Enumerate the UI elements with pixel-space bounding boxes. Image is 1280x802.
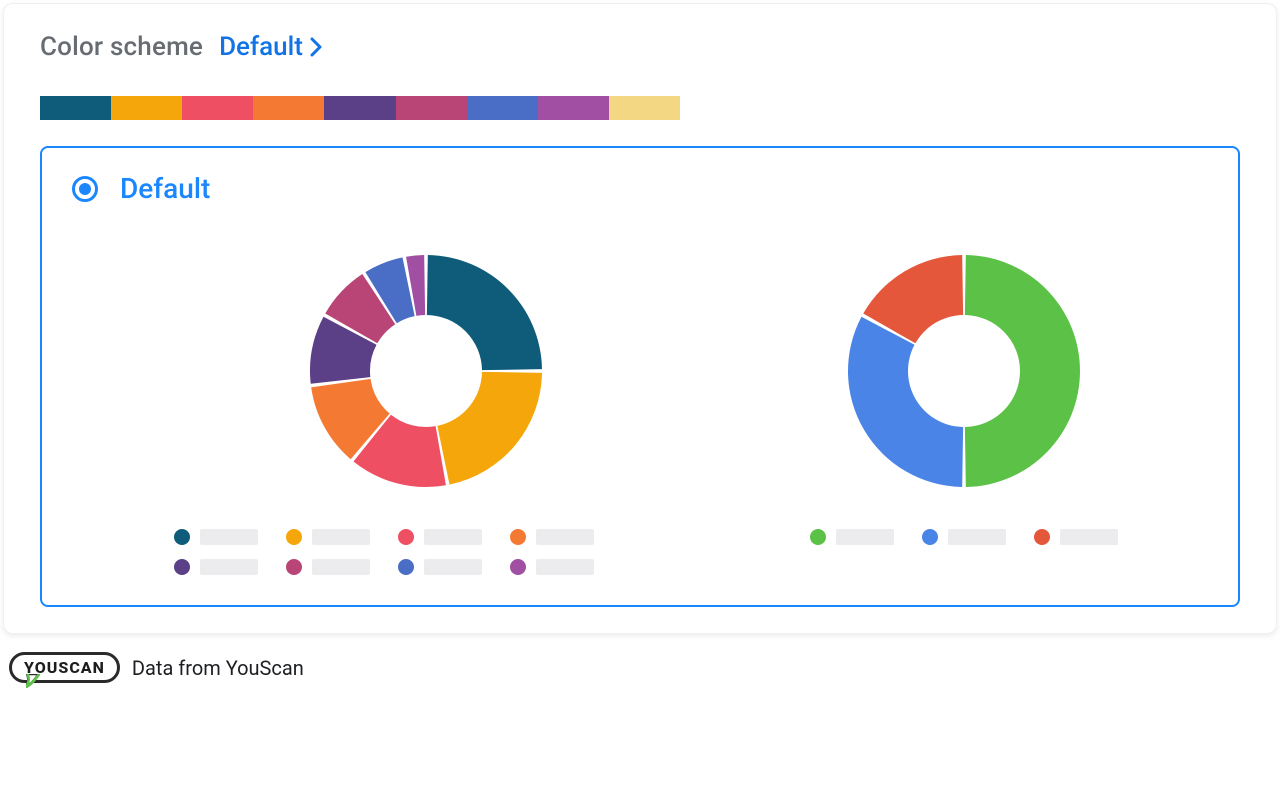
legend-label-placeholder — [200, 559, 258, 575]
legend-item — [398, 559, 482, 575]
legend-label-placeholder — [200, 529, 258, 545]
donut-segment — [427, 255, 542, 370]
donut-chart-sentiment — [739, 251, 1188, 575]
legend-item — [174, 529, 258, 545]
legend-item — [174, 559, 258, 575]
legend-dot-icon — [510, 559, 526, 575]
settings-card: Color scheme Default Default — [3, 3, 1277, 634]
palette-swatch — [609, 96, 680, 120]
legend-item — [286, 529, 370, 545]
footer-text: Data from YouScan — [132, 656, 304, 680]
scheme-option-header[interactable]: Default — [72, 172, 1208, 205]
palette-swatch — [253, 96, 324, 120]
palette-strip — [40, 96, 680, 120]
palette-swatch — [538, 96, 609, 120]
legend-dot-icon — [286, 529, 302, 545]
legend-item — [810, 529, 894, 545]
legend-label-placeholder — [948, 529, 1006, 545]
legend-item — [398, 529, 482, 545]
legend-dot-icon — [174, 529, 190, 545]
legend-item — [286, 559, 370, 575]
legend-label-placeholder — [836, 529, 894, 545]
radio-selected-icon[interactable] — [72, 176, 98, 202]
speech-tail-icon — [26, 674, 40, 688]
legend-label-placeholder — [536, 559, 594, 575]
donut-chart-b-svg — [844, 251, 1084, 491]
scheme-option-title: Default — [120, 172, 210, 205]
color-scheme-link[interactable]: Default — [219, 32, 323, 62]
donut-chart-categories — [172, 251, 679, 575]
legend-item — [1034, 529, 1118, 545]
scheme-option-default[interactable]: Default — [40, 146, 1240, 607]
donut-segment — [437, 372, 542, 485]
legend-label-placeholder — [536, 529, 594, 545]
palette-swatch — [467, 96, 538, 120]
legend-b — [739, 529, 1188, 545]
legend-label-placeholder — [424, 529, 482, 545]
legend-dot-icon — [810, 529, 826, 545]
legend-a — [172, 529, 679, 575]
donut-chart-a-svg — [306, 251, 546, 491]
palette-swatch — [182, 96, 253, 120]
color-scheme-header: Color scheme Default — [40, 32, 1240, 62]
legend-item — [510, 529, 594, 545]
charts-row — [72, 251, 1208, 575]
footer: YOUSCAN Data from YouScan — [3, 634, 1277, 683]
legend-dot-icon — [1034, 529, 1050, 545]
palette-swatch — [396, 96, 467, 120]
palette-swatch — [324, 96, 395, 120]
palette-swatch — [111, 96, 182, 120]
legend-dot-icon — [398, 529, 414, 545]
legend-dot-icon — [398, 559, 414, 575]
legend-label-placeholder — [1060, 529, 1118, 545]
donut-segment — [848, 317, 963, 487]
legend-label-placeholder — [424, 559, 482, 575]
legend-label-placeholder — [312, 559, 370, 575]
legend-label-placeholder — [312, 529, 370, 545]
legend-dot-icon — [922, 529, 938, 545]
chevron-right-icon — [309, 37, 323, 57]
legend-dot-icon — [286, 559, 302, 575]
palette-swatch — [40, 96, 111, 120]
legend-item — [510, 559, 594, 575]
donut-segment — [965, 255, 1080, 487]
legend-dot-icon — [174, 559, 190, 575]
youscan-logo: YOUSCAN — [9, 652, 120, 683]
color-scheme-label: Color scheme — [40, 32, 203, 62]
legend-dot-icon — [510, 529, 526, 545]
legend-item — [922, 529, 1006, 545]
color-scheme-name: Default — [219, 32, 303, 62]
